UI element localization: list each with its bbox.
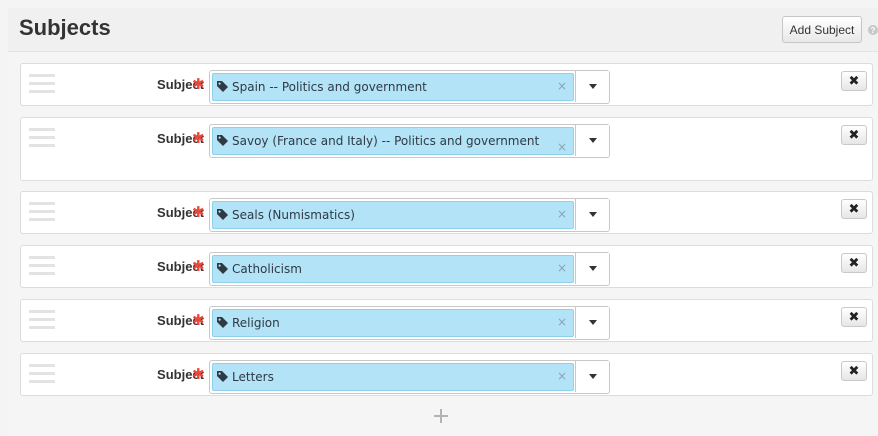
dropdown-toggle[interactable]: [575, 71, 609, 102]
required-marker: ✱: [192, 129, 205, 147]
subject-token-text: Catholicism: [232, 262, 302, 276]
subject-token-text: Letters: [232, 370, 274, 384]
drag-handle-icon[interactable]: [29, 202, 55, 222]
caret-down-icon: [588, 374, 597, 379]
token-remove-icon[interactable]: ×: [557, 315, 567, 329]
dropdown-toggle[interactable]: [575, 307, 609, 338]
tag-icon: [217, 135, 228, 146]
tag-icon: [217, 317, 228, 328]
token-remove-icon[interactable]: ×: [557, 261, 567, 275]
subject-row: Subject ✱ Seals (Numismatics) × ✖: [20, 191, 873, 234]
required-marker: ✱: [192, 203, 205, 221]
subject-token-text: Savoy (France and Italy) -- Politics and…: [232, 134, 540, 148]
panel-header: Subjects Add Subject ?: [8, 8, 878, 52]
caret-down-icon: [588, 266, 597, 271]
remove-row-button[interactable]: ✖: [841, 125, 867, 145]
tag-icon: [217, 371, 228, 382]
token-remove-icon[interactable]: ×: [557, 79, 567, 93]
subject-select[interactable]: Savoy (France and Italy) -- Politics and…: [209, 124, 610, 158]
required-marker: ✱: [192, 311, 205, 329]
remove-row-button[interactable]: ✖: [841, 253, 867, 273]
subject-select[interactable]: Religion ×: [209, 306, 610, 340]
subject-row: Subject ✱ Spain -- Politics and governme…: [20, 63, 873, 106]
tag-icon: [217, 209, 228, 220]
subject-select[interactable]: Catholicism ×: [209, 252, 610, 286]
caret-down-icon: [588, 138, 597, 143]
subject-token: Spain -- Politics and government ×: [212, 73, 574, 101]
subject-token-text: Spain -- Politics and government: [232, 80, 427, 94]
subject-token: Seals (Numismatics) ×: [212, 201, 574, 229]
plus-icon[interactable]: [434, 409, 448, 423]
drag-handle-icon[interactable]: [29, 74, 55, 94]
subject-token: Letters ×: [212, 363, 574, 391]
dropdown-toggle[interactable]: [575, 199, 609, 230]
required-marker: ✱: [192, 365, 205, 383]
subject-row: Subject ✱ Letters × ✖: [20, 353, 873, 396]
tag-icon: [217, 81, 228, 92]
token-remove-icon[interactable]: ×: [557, 140, 567, 154]
subject-token: Catholicism ×: [212, 255, 574, 283]
remove-row-button[interactable]: ✖: [841, 199, 867, 219]
caret-down-icon: [588, 84, 597, 89]
remove-row-button[interactable]: ✖: [841, 307, 867, 327]
token-remove-icon[interactable]: ×: [557, 369, 567, 383]
drag-handle-icon[interactable]: [29, 310, 55, 330]
dropdown-toggle[interactable]: [575, 253, 609, 284]
subject-row: Subject ✱ Catholicism × ✖: [20, 245, 873, 288]
drag-handle-icon[interactable]: [29, 364, 55, 384]
subject-select[interactable]: Letters ×: [209, 360, 610, 394]
remove-row-button[interactable]: ✖: [841, 361, 867, 381]
token-remove-icon[interactable]: ×: [557, 207, 567, 221]
required-marker: ✱: [192, 75, 205, 93]
subjects-panel: Subjects Add Subject ? Subject ✱ Spain -…: [8, 8, 878, 436]
subject-select[interactable]: Spain -- Politics and government ×: [209, 70, 610, 104]
required-marker: ✱: [192, 257, 205, 275]
subject-select[interactable]: Seals (Numismatics) ×: [209, 198, 610, 232]
dropdown-toggle[interactable]: [575, 125, 609, 156]
drag-handle-icon[interactable]: [29, 256, 55, 276]
page-title: Subjects: [19, 15, 111, 40]
add-subject-button[interactable]: Add Subject: [782, 16, 862, 43]
remove-row-button[interactable]: ✖: [841, 71, 867, 91]
subject-token-text: Religion: [232, 316, 280, 330]
subject-row: Subject ✱ Savoy (France and Italy) -- Po…: [20, 117, 873, 181]
tag-icon: [217, 263, 228, 274]
drag-handle-icon[interactable]: [29, 128, 55, 148]
caret-down-icon: [588, 320, 597, 325]
subject-token: Religion ×: [212, 309, 574, 337]
caret-down-icon: [588, 212, 597, 217]
subject-token-text: Seals (Numismatics): [232, 208, 355, 222]
help-icon[interactable]: ?: [868, 25, 878, 35]
subject-token: Savoy (France and Italy) -- Politics and…: [212, 127, 574, 155]
dropdown-toggle[interactable]: [575, 361, 609, 392]
subject-row: Subject ✱ Religion × ✖: [20, 299, 873, 342]
